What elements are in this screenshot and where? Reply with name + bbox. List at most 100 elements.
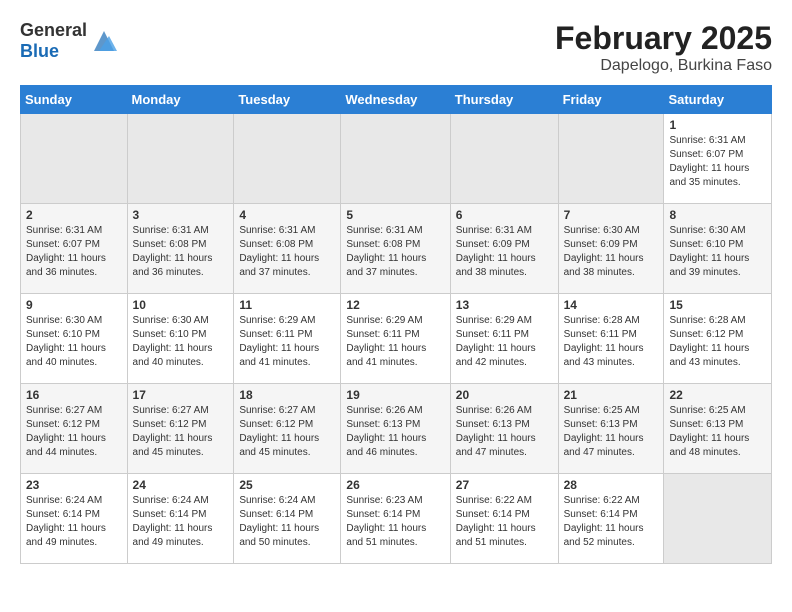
- day-header-wednesday: Wednesday: [341, 86, 450, 114]
- calendar-cell: 4 Sunrise: 6:31 AMSunset: 6:08 PMDaylight…: [234, 204, 341, 294]
- calendar-cell: 25 Sunrise: 6:24 AMSunset: 6:14 PMDayligh…: [234, 474, 341, 564]
- calendar-cell: [341, 114, 450, 204]
- calendar-cell: 23 Sunrise: 6:24 AMSunset: 6:14 PMDayligh…: [21, 474, 128, 564]
- day-info: Sunrise: 6:24 AMSunset: 6:14 PMDaylight:…: [239, 494, 335, 550]
- calendar-cell: 15 Sunrise: 6:28 AMSunset: 6:12 PMDayligh…: [664, 294, 772, 384]
- logo-icon: [89, 26, 119, 56]
- calendar-cell: 22 Sunrise: 6:25 AMSunset: 6:13 PMDayligh…: [664, 384, 772, 474]
- calendar-week-3: 9 Sunrise: 6:30 AMSunset: 6:10 PMDaylight…: [21, 294, 772, 384]
- day-info: Sunrise: 6:28 AMSunset: 6:11 PMDaylight:…: [564, 314, 659, 370]
- location-subtitle: Dapelogo, Burkina Faso: [555, 57, 772, 75]
- calendar-cell: 28 Sunrise: 6:22 AMSunset: 6:14 PMDayligh…: [558, 474, 664, 564]
- day-info: Sunrise: 6:24 AMSunset: 6:14 PMDaylight:…: [26, 494, 122, 550]
- day-number: 19: [346, 388, 444, 402]
- calendar-week-1: 1Sunrise: 6:31 AMSunset: 6:07 PMDaylight…: [21, 114, 772, 204]
- day-number: 6: [456, 208, 553, 222]
- day-info: Sunrise: 6:29 AMSunset: 6:11 PMDaylight:…: [346, 314, 444, 370]
- day-number: 13: [456, 298, 553, 312]
- day-number: 4: [239, 208, 335, 222]
- logo-general: General: [20, 20, 87, 40]
- day-number: 18: [239, 388, 335, 402]
- day-info: Sunrise: 6:27 AMSunset: 6:12 PMDaylight:…: [239, 404, 335, 460]
- day-info: Sunrise: 6:23 AMSunset: 6:14 PMDaylight:…: [346, 494, 444, 550]
- day-info: Sunrise: 6:30 AMSunset: 6:09 PMDaylight:…: [564, 224, 659, 280]
- day-number: 9: [26, 298, 122, 312]
- calendar-week-2: 2 Sunrise: 6:31 AMSunset: 6:07 PMDaylight…: [21, 204, 772, 294]
- calendar-header-row: SundayMondayTuesdayWednesdayThursdayFrid…: [21, 86, 772, 114]
- day-info: Sunrise: 6:26 AMSunset: 6:13 PMDaylight:…: [346, 404, 444, 460]
- calendar-cell: [127, 114, 234, 204]
- day-info: Sunrise: 6:31 AMSunset: 6:08 PMDaylight:…: [346, 224, 444, 280]
- day-number: 11: [239, 298, 335, 312]
- day-info: Sunrise: 6:28 AMSunset: 6:12 PMDaylight:…: [669, 314, 766, 370]
- day-header-tuesday: Tuesday: [234, 86, 341, 114]
- day-header-saturday: Saturday: [664, 86, 772, 114]
- page-header: General Blue February 2025 Dapelogo, Bur…: [20, 20, 772, 75]
- day-info: Sunrise: 6:31 AMSunset: 6:09 PMDaylight:…: [456, 224, 553, 280]
- day-info: Sunrise: 6:31 AMSunset: 6:07 PMDaylight:…: [669, 134, 766, 190]
- calendar-table: SundayMondayTuesdayWednesdayThursdayFrid…: [20, 85, 772, 564]
- day-info: Sunrise: 6:29 AMSunset: 6:11 PMDaylight:…: [456, 314, 553, 370]
- day-info: Sunrise: 6:30 AMSunset: 6:10 PMDaylight:…: [133, 314, 229, 370]
- calendar-cell: 1Sunrise: 6:31 AMSunset: 6:07 PMDaylight…: [664, 114, 772, 204]
- calendar-cell: 20 Sunrise: 6:26 AMSunset: 6:13 PMDayligh…: [450, 384, 558, 474]
- day-number: 2: [26, 208, 122, 222]
- day-info: Sunrise: 6:29 AMSunset: 6:11 PMDaylight:…: [239, 314, 335, 370]
- day-number: 20: [456, 388, 553, 402]
- calendar-cell: 5 Sunrise: 6:31 AMSunset: 6:08 PMDaylight…: [341, 204, 450, 294]
- day-info: Sunrise: 6:30 AMSunset: 6:10 PMDaylight:…: [26, 314, 122, 370]
- day-info: Sunrise: 6:31 AMSunset: 6:07 PMDaylight:…: [26, 224, 122, 280]
- calendar-cell: 13 Sunrise: 6:29 AMSunset: 6:11 PMDayligh…: [450, 294, 558, 384]
- calendar-cell: 24 Sunrise: 6:24 AMSunset: 6:14 PMDayligh…: [127, 474, 234, 564]
- calendar-cell: 8 Sunrise: 6:30 AMSunset: 6:10 PMDaylight…: [664, 204, 772, 294]
- day-number: 28: [564, 478, 659, 492]
- calendar-cell: 9 Sunrise: 6:30 AMSunset: 6:10 PMDaylight…: [21, 294, 128, 384]
- calendar-cell: 14Sunrise: 6:28 AMSunset: 6:11 PMDayligh…: [558, 294, 664, 384]
- day-number: 5: [346, 208, 444, 222]
- day-number: 7: [564, 208, 659, 222]
- day-info: Sunrise: 6:26 AMSunset: 6:13 PMDaylight:…: [456, 404, 553, 460]
- day-info: Sunrise: 6:30 AMSunset: 6:10 PMDaylight:…: [669, 224, 766, 280]
- calendar-cell: 27 Sunrise: 6:22 AMSunset: 6:14 PMDayligh…: [450, 474, 558, 564]
- calendar-week-4: 16 Sunrise: 6:27 AMSunset: 6:12 PMDayligh…: [21, 384, 772, 474]
- day-info: Sunrise: 6:27 AMSunset: 6:12 PMDaylight:…: [133, 404, 229, 460]
- day-number: 22: [669, 388, 766, 402]
- day-number: 23: [26, 478, 122, 492]
- day-header-friday: Friday: [558, 86, 664, 114]
- day-info: Sunrise: 6:27 AMSunset: 6:12 PMDaylight:…: [26, 404, 122, 460]
- day-number: 16: [26, 388, 122, 402]
- day-info: Sunrise: 6:25 AMSunset: 6:13 PMDaylight:…: [669, 404, 766, 460]
- day-number: 3: [133, 208, 229, 222]
- calendar-cell: 26 Sunrise: 6:23 AMSunset: 6:14 PMDayligh…: [341, 474, 450, 564]
- day-number: 27: [456, 478, 553, 492]
- calendar-cell: 17Sunrise: 6:27 AMSunset: 6:12 PMDayligh…: [127, 384, 234, 474]
- calendar-cell: 19 Sunrise: 6:26 AMSunset: 6:13 PMDayligh…: [341, 384, 450, 474]
- day-number: 26: [346, 478, 444, 492]
- calendar-cell: 11 Sunrise: 6:29 AMSunset: 6:11 PMDayligh…: [234, 294, 341, 384]
- day-info: Sunrise: 6:31 AMSunset: 6:08 PMDaylight:…: [133, 224, 229, 280]
- day-header-sunday: Sunday: [21, 86, 128, 114]
- day-number: 25: [239, 478, 335, 492]
- title-block: February 2025 Dapelogo, Burkina Faso: [555, 20, 772, 75]
- calendar-week-5: 23 Sunrise: 6:24 AMSunset: 6:14 PMDayligh…: [21, 474, 772, 564]
- day-number: 10: [133, 298, 229, 312]
- day-number: 15: [669, 298, 766, 312]
- logo-blue: Blue: [20, 41, 59, 61]
- day-info: Sunrise: 6:22 AMSunset: 6:14 PMDaylight:…: [456, 494, 553, 550]
- day-header-thursday: Thursday: [450, 86, 558, 114]
- day-info: Sunrise: 6:22 AMSunset: 6:14 PMDaylight:…: [564, 494, 659, 550]
- day-info: Sunrise: 6:31 AMSunset: 6:08 PMDaylight:…: [239, 224, 335, 280]
- calendar-cell: 3 Sunrise: 6:31 AMSunset: 6:08 PMDaylight…: [127, 204, 234, 294]
- day-number: 8: [669, 208, 766, 222]
- calendar-cell: [21, 114, 128, 204]
- day-number: 24: [133, 478, 229, 492]
- calendar-cell: 6 Sunrise: 6:31 AMSunset: 6:09 PMDaylight…: [450, 204, 558, 294]
- day-number: 21: [564, 388, 659, 402]
- calendar-title: February 2025: [555, 20, 772, 57]
- calendar-cell: 2 Sunrise: 6:31 AMSunset: 6:07 PMDaylight…: [21, 204, 128, 294]
- day-info: Sunrise: 6:24 AMSunset: 6:14 PMDaylight:…: [133, 494, 229, 550]
- calendar-cell: 12Sunrise: 6:29 AMSunset: 6:11 PMDayligh…: [341, 294, 450, 384]
- calendar-cell: 7 Sunrise: 6:30 AMSunset: 6:09 PMDaylight…: [558, 204, 664, 294]
- calendar-cell: 21Sunrise: 6:25 AMSunset: 6:13 PMDayligh…: [558, 384, 664, 474]
- calendar-cell: 16 Sunrise: 6:27 AMSunset: 6:12 PMDayligh…: [21, 384, 128, 474]
